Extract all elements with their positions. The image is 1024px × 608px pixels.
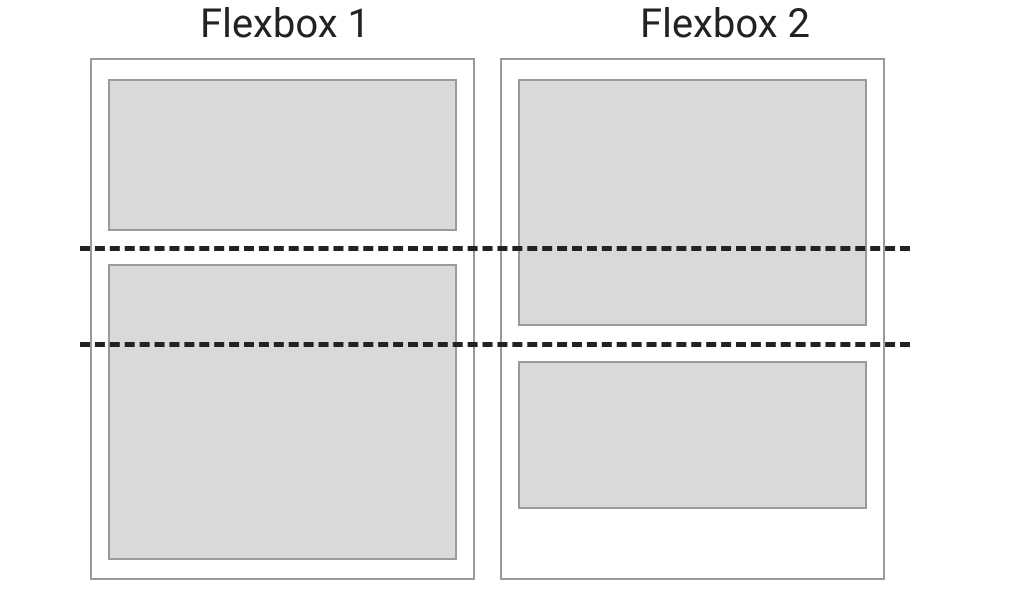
alignment-guide-lower [80,342,910,347]
flexbox-1-item-top [108,79,457,231]
flexbox-1-item-bottom [108,264,457,560]
flexbox-2-item-top [518,79,867,326]
flexbox-2-item-bottom [518,361,867,509]
flexbox-2-title: Flexbox 2 [640,0,810,47]
flexbox-diagram: Flexbox 1 Flexbox 2 [0,0,1024,608]
flexbox-1-title: Flexbox 1 [200,0,370,47]
alignment-guide-upper [80,246,910,251]
